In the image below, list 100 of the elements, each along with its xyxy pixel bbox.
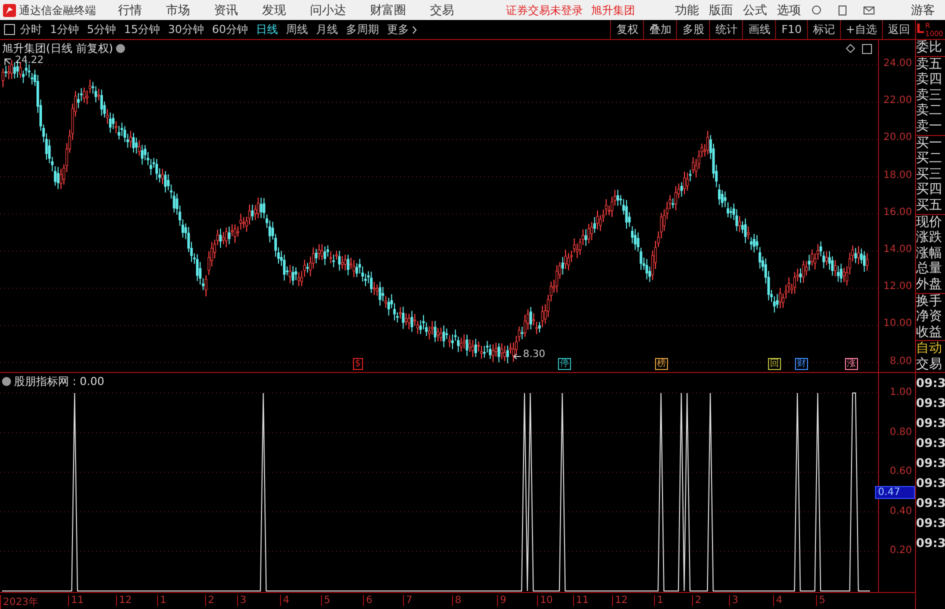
trade-time: 09:3 [916,515,945,532]
login-status[interactable]: 证券交易未登录 [506,2,583,18]
toolbar-button[interactable]: 标记 [806,20,840,39]
date-tick: 3 [237,595,246,606]
tool-menu-item[interactable]: 公式 [743,2,767,18]
event-marker[interactable]: 涨 [845,358,858,370]
quote-label: 涨幅 [916,246,943,262]
menu-item[interactable]: 财富圈 [370,2,406,18]
user-label[interactable]: 游客 [911,2,935,18]
quote-label: 总量 [916,261,943,277]
date-tick: 11 [573,595,589,606]
quote-label: 买四 [916,182,943,198]
menu-item[interactable]: 资讯 [214,2,238,18]
menu-item[interactable]: 交易 [430,2,454,18]
toolbar-button[interactable]: +自选 [840,20,882,39]
quote-label: 买二 [916,151,943,167]
quote-label: 委比 [916,40,943,56]
menu-item[interactable]: 行情 [118,2,142,18]
menu-item[interactable]: 市场 [166,2,190,18]
indicator-tick: 0.80 [890,426,912,439]
trade-time: 09:3 [916,455,945,472]
period-tab[interactable]: 周线 [286,22,308,37]
quote-label: 买一 [916,136,943,152]
event-marker[interactable]: 榜 [655,358,668,370]
quote-label: 卖五 [916,56,943,72]
trade-time: 09:3 [916,535,945,552]
auto-trade-label[interactable]: 自动 [916,341,945,357]
period-tab[interactable]: 15分钟 [124,22,160,37]
date-tick: 9 [497,595,506,606]
indicator-tick: 0.60 [890,466,912,478]
date-tick: 4 [773,595,782,606]
quote-label: 收益 [916,324,943,340]
indicator-tick: 0.20 [890,545,912,558]
event-marker[interactable]: 停 [558,358,571,370]
period-tab[interactable]: 30分钟 [168,22,204,37]
quote-label: 卖二 [916,103,943,119]
indicator-tick: 0.40 [890,506,912,518]
high-price-label: 24.22 [15,55,44,66]
period-tab[interactable]: 1分钟 [50,22,79,37]
price-tick: 14.00 [883,244,912,255]
toolbar-button[interactable]: 复权 [610,20,644,39]
event-marker[interactable]: $ [353,358,363,370]
period-tab[interactable]: 5分钟 [87,22,116,37]
date-tick: 4 [280,595,290,606]
price-tick: 24.00 [883,58,912,69]
period-tab[interactable]: 多周期 [346,22,379,37]
app-title: 通达信金融终端 [19,2,96,18]
period-tab[interactable]: 日线 [256,22,278,37]
tool-menu-item[interactable]: 功能 [675,2,699,18]
trade-time: 09:3 [916,435,945,452]
period-tab[interactable]: 月线 [316,22,338,37]
trade-time: 09:3 [916,475,945,492]
price-tick: 10.00 [883,318,912,330]
date-tick: 12 [612,595,628,606]
date-tick: 8 [452,595,462,606]
toolbar-button[interactable]: 多股 [676,20,710,39]
toolbar-button[interactable]: 返回 [882,20,915,39]
date-tick: 1 [654,595,664,606]
toolbar-button[interactable]: 画线 [742,20,776,39]
period-tab[interactable]: 60分钟 [212,22,248,37]
menu-item[interactable]: 发现 [262,2,286,18]
price-tick: 8.00 [890,356,912,367]
menu-item[interactable]: 问小达 [310,2,346,18]
stock-name: 旭升集团 [591,2,635,18]
toolbar-button[interactable]: 统计 [709,20,742,39]
date-tick: 5 [321,595,330,606]
quote-label: 卖一 [916,118,943,135]
price-tick: 16.00 [883,206,912,218]
quote-label: 换手 [916,294,943,310]
more-menu[interactable]: 更多 [387,22,409,37]
price-tick: 22.00 [883,95,912,106]
date-tick: 2 [205,595,214,606]
toolbar-button[interactable]: F10 [775,20,807,39]
trade-time: 09:3 [916,375,945,392]
level-mode-label[interactable]: L [916,22,924,37]
period-tab[interactable]: 分时 [20,22,42,37]
quote-label: 外盘 [916,276,943,292]
price-tick: 12.00 [883,281,912,292]
date-tick: 11 [68,595,84,606]
quote-label: 净资 [916,309,943,325]
date-tick: 5 [816,595,826,606]
date-tick: 3 [729,595,738,606]
quote-label: 涨跌 [916,230,943,246]
chart-title: 旭升集团(日线 前复权) [2,41,114,56]
trade-label: 交易 [916,356,943,372]
toolbar-button[interactable]: 叠加 [643,20,676,39]
date-tick: 2 [692,595,702,606]
quote-label: 卖三 [916,88,943,103]
trade-time: 09:3 [916,495,945,512]
price-tick: 18.00 [883,170,912,181]
date-tick: 10 [537,595,553,606]
tool-menu-item[interactable]: 版面 [709,2,733,18]
indicator-tick: 1.00 [890,387,912,399]
event-marker[interactable]: 财 [795,358,808,370]
tool-menu-item[interactable]: 选项 [777,2,801,18]
event-marker[interactable]: 回 [768,358,781,370]
quote-label: 现价 [916,214,943,230]
quote-label: 卖四 [916,72,943,88]
trade-time: 09:3 [916,395,945,412]
low-price-label: 8.30 [523,349,546,360]
